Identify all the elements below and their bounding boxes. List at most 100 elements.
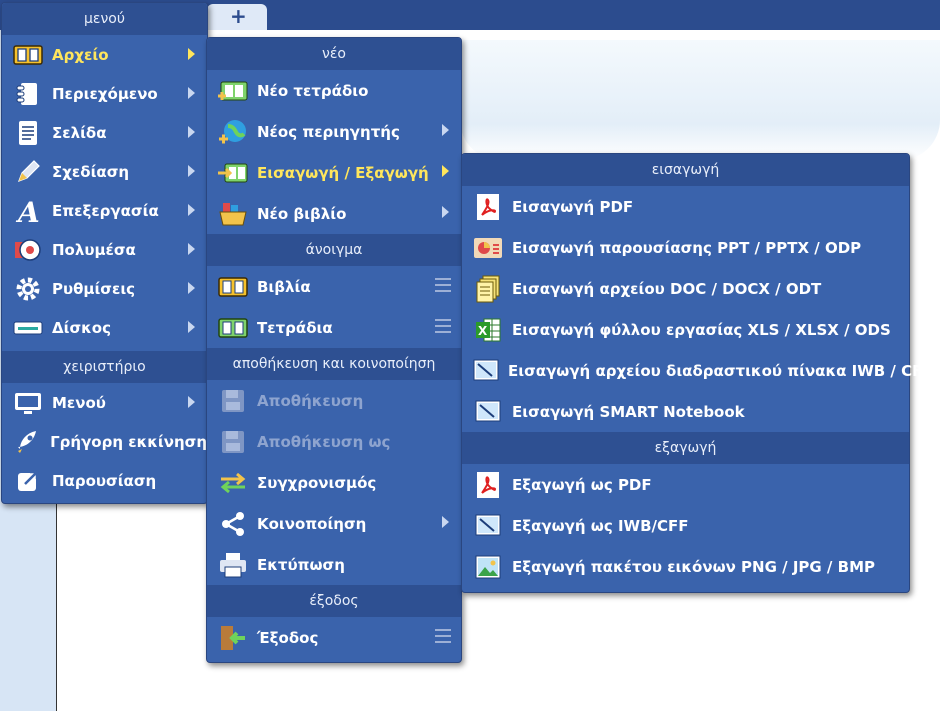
plus-icon[interactable]: + — [230, 4, 247, 28]
item-label: Εισαγωγή PDF — [512, 197, 634, 216]
books-item[interactable]: Βιβλία — [207, 266, 461, 307]
menu-item-file[interactable]: Αρχείο — [2, 35, 207, 74]
menu-item-label: Σχεδίαση — [52, 162, 130, 181]
chevron-right-icon — [188, 48, 195, 60]
item-label: Νέος περιηγητής — [257, 122, 400, 141]
book-icon — [12, 41, 44, 69]
save-section-header: αποθήκευση και κοινοποίηση — [207, 348, 461, 380]
sync-item[interactable]: Συγχρονισμός — [207, 462, 461, 503]
floppy-icon — [217, 387, 249, 415]
menu-item-label: Πολυμέσα — [52, 240, 136, 259]
svg-text:A: A — [15, 197, 40, 225]
pencil-icon — [12, 158, 44, 186]
item-label: Εξαγωγή πακέτου εικόνων PNG / JPG / BMP — [512, 557, 875, 576]
chevron-right-icon — [188, 165, 195, 177]
import-pdf-item[interactable]: Εισαγωγή PDF — [462, 186, 909, 227]
menu-item-page[interactable]: Σελίδα — [2, 113, 207, 152]
open-section-header: άνοιγμα — [207, 234, 461, 266]
item-label: Αποθήκευση ως — [257, 432, 391, 451]
import-xls-item[interactable]: X Εισαγωγή φύλλου εργασίας XLS / XLSX / … — [462, 309, 909, 350]
export-section-header: εξαγωγή — [462, 432, 909, 464]
item-label: Εισαγωγή / Εξαγωγή — [257, 163, 429, 182]
printer-icon — [217, 551, 249, 579]
item-label: Νέο τετράδιο — [257, 81, 369, 100]
new-book-item[interactable]: Νέο βιβλίο — [207, 193, 461, 234]
item-label: Εισαγωγή αρχείου διαδραστικού πίνακα IWB… — [508, 361, 933, 380]
share-item[interactable]: Κοινοποίηση — [207, 503, 461, 544]
item-label: Εξαγωγή ως PDF — [512, 475, 652, 494]
import-export-item[interactable]: Εισαγωγή / Εξαγωγή — [207, 152, 461, 193]
notebook-icon — [12, 80, 44, 108]
menu-item-label: Δίσκος — [52, 318, 111, 337]
menu-item-quickstart[interactable]: Γρήγορη εκκίνηση — [2, 422, 207, 461]
chevron-right-icon — [188, 282, 195, 294]
book-icon — [217, 273, 249, 301]
item-label: Εξαγωγή ως IWB/CFF — [512, 516, 689, 535]
print-item[interactable]: Εκτύπωση — [207, 544, 461, 585]
item-label: Συγχρονισμός — [257, 473, 377, 492]
main-menu-header: μενού — [2, 3, 207, 35]
exit-item[interactable]: Έξοδος — [207, 617, 461, 658]
item-label: Βιβλία — [257, 277, 311, 296]
list-handle-icon[interactable] — [435, 278, 451, 292]
chevron-right-icon — [442, 124, 449, 136]
chevron-right-icon — [188, 396, 195, 408]
new-browser-item[interactable]: Νέος περιηγητής — [207, 111, 461, 152]
whiteboard-icon — [472, 398, 504, 426]
menu-item-edit[interactable]: A Επεξεργασία — [2, 191, 207, 230]
document-icon — [472, 275, 504, 303]
chevron-right-icon — [188, 126, 195, 138]
new-notebook-item[interactable]: Νέο τετράδιο — [207, 70, 461, 111]
item-label: Τετράδια — [257, 318, 333, 337]
item-label: Εισαγωγή αρχείου DOC / DOCX / ODT — [512, 279, 822, 298]
import-ppt-item[interactable]: Εισαγωγή παρουσίασης PPT / PPTX / ODP — [462, 227, 909, 268]
menu-item-presentation[interactable]: Παρουσίαση — [2, 461, 207, 500]
main-menu: μενού Αρχείο Περιεχόμενο Σελίδα Σχεδίαση… — [1, 2, 208, 504]
chevron-right-icon — [188, 321, 195, 333]
notebook-green-icon — [217, 314, 249, 342]
rocket-icon — [12, 428, 42, 456]
item-label: Κοινοποίηση — [257, 514, 367, 533]
menu-item-menu[interactable]: Μενού — [2, 383, 207, 422]
list-handle-icon[interactable] — [435, 629, 451, 643]
save-as-item[interactable]: Αποθήκευση ως — [207, 421, 461, 462]
menu-item-label: Παρουσίαση — [52, 471, 157, 490]
import-doc-item[interactable]: Εισαγωγή αρχείου DOC / DOCX / ODT — [462, 268, 909, 309]
export-iwb-item[interactable]: Εξαγωγή ως IWB/CFF — [462, 505, 909, 546]
menu-item-media[interactable]: Πολυμέσα — [2, 230, 207, 269]
menu-item-label: Επεξεργασία — [52, 201, 159, 220]
disk-icon — [12, 314, 44, 342]
chevron-right-icon — [442, 516, 449, 528]
image-icon — [472, 553, 504, 581]
menu-item-disk[interactable]: Δίσκος — [2, 308, 207, 347]
present-icon — [12, 467, 44, 495]
menu-item-content[interactable]: Περιεχόμενο — [2, 74, 207, 113]
menu-item-settings[interactable]: Ρυθμίσεις — [2, 269, 207, 308]
export-images-item[interactable]: Εξαγωγή πακέτου εικόνων PNG / JPG / BMP — [462, 546, 909, 587]
import-smart-item[interactable]: Εισαγωγή SMART Notebook — [462, 391, 909, 432]
controls-section-header: χειριστήριο — [2, 351, 207, 383]
save-item[interactable]: Αποθήκευση — [207, 380, 461, 421]
menu-item-draw[interactable]: Σχεδίαση — [2, 152, 207, 191]
menu-item-label: Μενού — [52, 393, 106, 412]
new-notebook-icon — [217, 77, 249, 105]
page-icon — [12, 119, 44, 147]
import-export-submenu: εισαγωγή Εισαγωγή PDF Εισαγωγή παρουσίασ… — [461, 153, 933, 593]
floppy-icon — [217, 428, 249, 456]
whiteboard-icon — [472, 357, 500, 385]
import-section-header: εισαγωγή — [462, 154, 909, 186]
globe-icon — [217, 118, 249, 146]
item-label: Εισαγωγή φύλλου εργασίας XLS / XLSX / OD… — [512, 320, 891, 339]
item-label: Έξοδος — [257, 628, 319, 647]
menu-item-label: Αρχείο — [52, 45, 109, 64]
import-iwb-item[interactable]: Εισαγωγή αρχείου διαδραστικού πίνακα IWB… — [462, 350, 933, 391]
item-label: Εισαγωγή παρουσίασης PPT / PPTX / ODP — [512, 238, 862, 257]
export-pdf-item[interactable]: Εξαγωγή ως PDF — [462, 464, 909, 505]
item-label: Αποθήκευση — [257, 391, 364, 410]
notebooks-item[interactable]: Τετράδια — [207, 307, 461, 348]
list-handle-icon[interactable] — [435, 319, 451, 333]
cloud-background — [460, 40, 940, 160]
menu-item-label: Ρυθμίσεις — [52, 279, 136, 298]
chevron-right-icon — [188, 204, 195, 216]
menu-item-label: Γρήγορη εκκίνηση — [50, 432, 207, 451]
